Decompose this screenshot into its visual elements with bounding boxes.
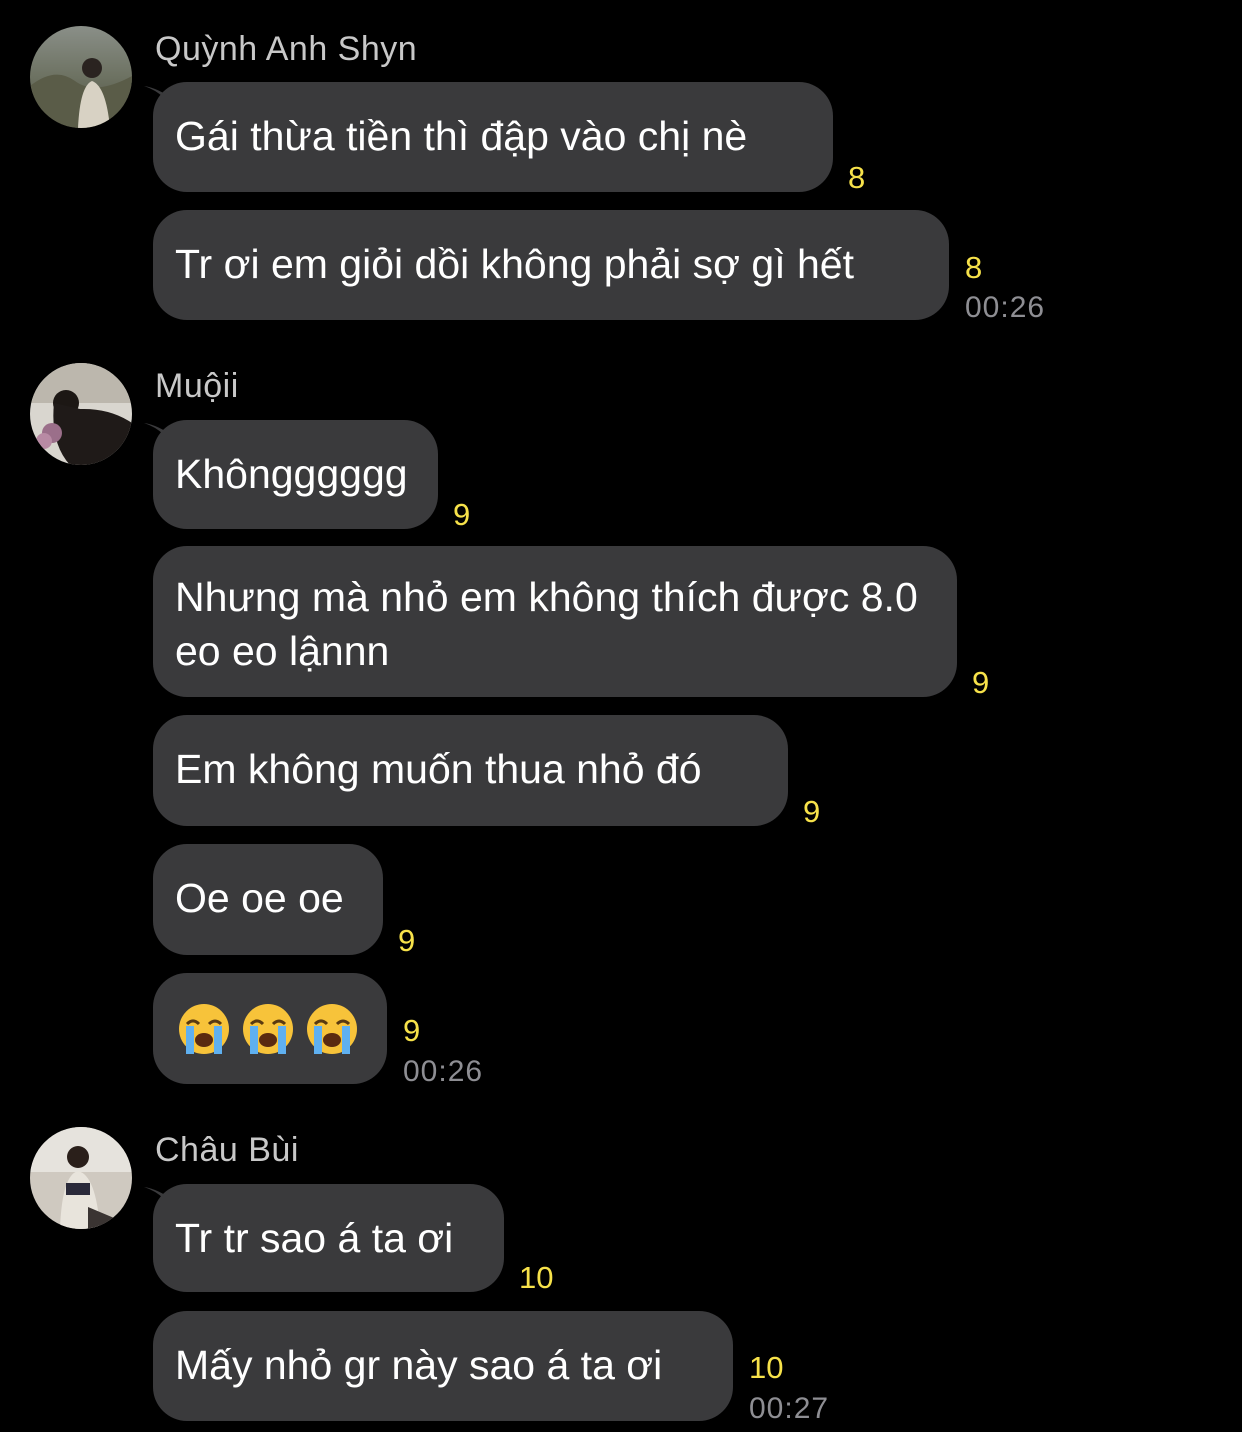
message-bubble[interactable]: Gái thừa tiền thì đập vào chị nè xyxy=(153,82,833,192)
user-avatar-photo-icon xyxy=(30,26,132,128)
sender-name: Muộii xyxy=(155,367,239,405)
loudly-crying-face-emoji-icon xyxy=(177,1002,231,1056)
read-count: 8 xyxy=(965,250,983,285)
read-count: 9 xyxy=(803,794,821,829)
user-avatar-photo-icon xyxy=(30,1127,132,1229)
read-count: 10 xyxy=(749,1350,784,1385)
message-text: Nhưng mà nhỏ em không thích được 8.0 eo … xyxy=(175,574,918,674)
message-timestamp: 00:26 xyxy=(403,1055,484,1088)
message-text: Tr ơi em giỏi dồi không phải sợ gì hết xyxy=(175,241,854,287)
message-text: Khôngggggg xyxy=(175,451,408,497)
message-bubble[interactable]: Khôngggggg xyxy=(153,420,438,529)
message-timestamp: 00:26 xyxy=(965,291,1046,324)
loudly-crying-face-emoji-icon xyxy=(305,1002,359,1056)
read-count: 9 xyxy=(403,1013,421,1048)
message-bubble[interactable]: Tr tr sao á ta ơi xyxy=(153,1184,504,1292)
avatar-quynh-anh-shyn[interactable] xyxy=(30,26,132,128)
message-text: Mấy nhỏ gr này sao á ta ơi xyxy=(175,1342,663,1388)
message-bubble[interactable]: Tr ơi em giỏi dồi không phải sợ gì hết xyxy=(153,210,949,320)
message-bubble[interactable]: Nhưng mà nhỏ em không thích được 8.0 eo … xyxy=(153,546,957,697)
sender-name: Châu Bùi xyxy=(155,1131,299,1169)
read-count: 8 xyxy=(848,160,866,195)
user-avatar-photo-icon xyxy=(30,363,132,465)
loudly-crying-face-emoji-icon xyxy=(241,1002,295,1056)
read-count: 9 xyxy=(453,497,471,532)
avatar-muoii[interactable] xyxy=(30,363,132,465)
sender-name: Quỳnh Anh Shyn xyxy=(155,30,418,68)
read-count: 9 xyxy=(972,665,990,700)
message-text: Oe oe oe xyxy=(175,875,344,921)
message-bubble-emoji[interactable] xyxy=(153,973,387,1084)
avatar-chau-bui[interactable] xyxy=(30,1127,132,1229)
message-bubble[interactable]: Oe oe oe xyxy=(153,844,383,955)
message-text: Gái thừa tiền thì đập vào chị nè xyxy=(175,113,748,159)
message-timestamp: 00:27 xyxy=(749,1392,830,1425)
message-text: Em không muốn thua nhỏ đó xyxy=(175,746,702,792)
read-count: 10 xyxy=(519,1260,554,1295)
message-text: Tr tr sao á ta ơi xyxy=(175,1215,454,1261)
read-count: 9 xyxy=(398,923,416,958)
message-bubble[interactable]: Mấy nhỏ gr này sao á ta ơi xyxy=(153,1311,733,1421)
message-bubble[interactable]: Em không muốn thua nhỏ đó xyxy=(153,715,788,826)
